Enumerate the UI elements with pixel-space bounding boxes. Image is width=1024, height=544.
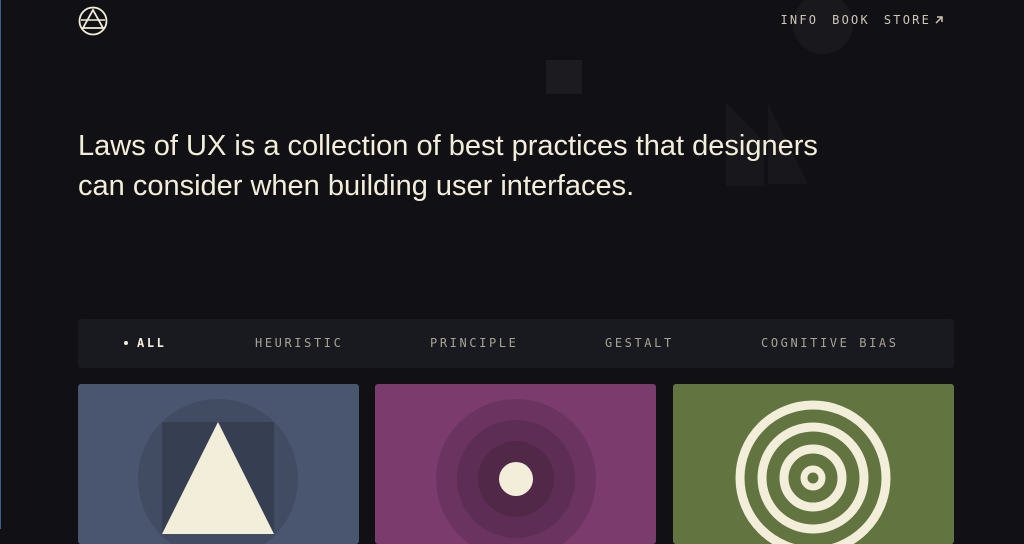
external-arrow-icon [935, 16, 943, 24]
category-filter-bar: ALL HEURISTIC PRINCIPLE GESTALT COGNITIV… [78, 319, 954, 368]
law-card-2[interactable] [375, 384, 656, 544]
target-rings-illustration-icon [735, 400, 891, 544]
nav-store-link[interactable]: STORE [884, 13, 944, 27]
nav-store-label: STORE [883, 13, 931, 27]
filter-heuristic[interactable]: HEURISTIC [255, 336, 343, 350]
laws-of-ux-logo-icon[interactable] [78, 6, 108, 36]
triangle-in-circle-illustration-icon [138, 399, 298, 544]
filter-gestalt[interactable]: GESTALT [605, 336, 674, 350]
window-edge [0, 0, 1, 529]
hero-headline: Laws of UX is a collection of best pract… [78, 126, 878, 206]
nav-info-link[interactable]: INFO [780, 13, 818, 27]
filter-all-label: ALL [137, 336, 167, 350]
background-square-shape [546, 60, 582, 94]
concentric-circles-illustration-icon [436, 399, 596, 544]
background-circle-shape [793, 0, 853, 54]
law-card-1[interactable] [78, 384, 359, 544]
active-dot-icon [124, 340, 128, 345]
filter-cognitive-bias[interactable]: COGNITIVE BIAS [761, 336, 899, 350]
law-card-3[interactable] [673, 384, 954, 544]
headline-line-1: Laws of UX is a collection of best pract… [78, 130, 818, 162]
filter-principle[interactable]: PRINCIPLE [430, 336, 518, 350]
nav-book-link[interactable]: BOOK [832, 13, 870, 27]
top-nav: INFO BOOK STORE [780, 13, 944, 27]
headline-line-2: can consider when building user interfac… [78, 170, 635, 202]
filter-all[interactable]: ALL [124, 336, 166, 350]
